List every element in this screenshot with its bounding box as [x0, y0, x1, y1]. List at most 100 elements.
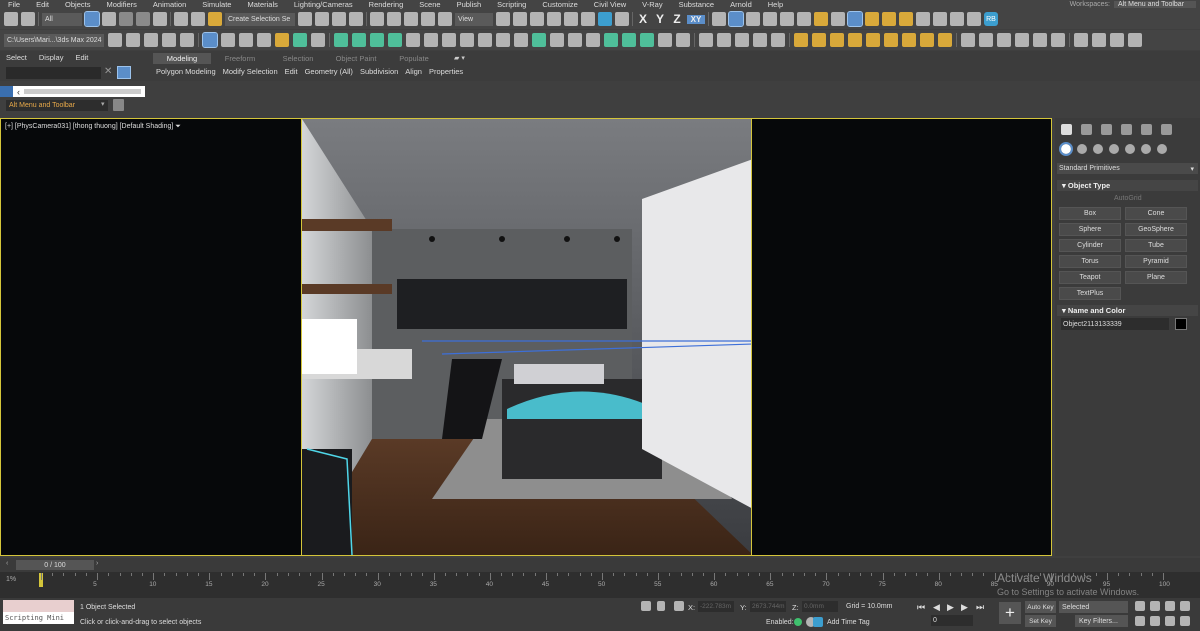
create-folder-icon[interactable]: [144, 33, 158, 47]
pyramid-button[interactable]: Pyramid: [1125, 255, 1187, 268]
explorer-scrollbar[interactable]: [24, 89, 141, 94]
cone-button[interactable]: Cone: [1125, 207, 1187, 220]
create-selection-set-dropdown[interactable]: Create Selection Se: [225, 12, 295, 26]
lock-icon[interactable]: [657, 601, 665, 611]
filter-icon[interactable]: [117, 66, 131, 79]
ribbon-group-properties[interactable]: Properties: [429, 67, 463, 76]
menu-customize[interactable]: Customize: [534, 0, 585, 9]
pivot-center-icon[interactable]: [496, 12, 510, 26]
tab-selection[interactable]: Selection: [269, 53, 327, 64]
substance-icon[interactable]: [598, 12, 612, 26]
orbit-30-icon[interactable]: [221, 33, 235, 47]
arnold-spot-light-icon[interactable]: [848, 33, 862, 47]
help-icon[interactable]: [311, 33, 325, 47]
object-color-swatch[interactable]: [1175, 318, 1187, 330]
add-time-tag-button[interactable]: Add Time Tag: [827, 619, 870, 626]
normal-align-icon[interactable]: [831, 12, 845, 26]
ribbon-group-polygon-modeling[interactable]: Polygon Modeling: [156, 67, 216, 76]
space-warps-icon[interactable]: [1141, 144, 1151, 154]
vray-sphere-light-icon[interactable]: [424, 33, 438, 47]
time-tag-icon[interactable]: [813, 617, 823, 627]
set-project-folder-icon[interactable]: [108, 33, 122, 47]
select-move-icon[interactable]: [153, 12, 167, 26]
x-coord-field[interactable]: -222.783m: [698, 601, 734, 612]
orbit-view-icon[interactable]: [1165, 601, 1175, 611]
mirror-icon[interactable]: [780, 12, 794, 26]
menu-civil-view[interactable]: Civil View: [586, 0, 634, 9]
axis-y-button[interactable]: Y: [653, 12, 667, 26]
plane-button[interactable]: Plane: [1125, 271, 1187, 284]
vray-volume-icon[interactable]: [586, 33, 600, 47]
go-to-start-icon[interactable]: ⏮: [917, 602, 925, 613]
lights-icon[interactable]: [1093, 144, 1103, 154]
arnold-volume-icon[interactable]: [979, 33, 993, 47]
vray-blend-icon[interactable]: [640, 33, 654, 47]
explorer-toggle-icon[interactable]: [0, 86, 13, 97]
vray-mesh-light-icon[interactable]: [442, 33, 456, 47]
menu-substance[interactable]: Substance: [671, 0, 722, 9]
percent-snap-icon[interactable]: [746, 12, 760, 26]
toolbar-overflow-icon[interactable]: [1128, 33, 1142, 47]
hierarchy-icon[interactable]: [275, 33, 289, 47]
arnold-skydome-icon[interactable]: [812, 33, 826, 47]
key-filters-button[interactable]: Key Filters...: [1075, 615, 1128, 627]
angle-snap-icon[interactable]: [728, 11, 744, 27]
teapot-button[interactable]: Teapot: [1059, 271, 1121, 284]
current-frame-field[interactable]: 0: [931, 615, 973, 626]
align-to-view-icon[interactable]: [882, 12, 896, 26]
textplus-button[interactable]: TextPlus: [1059, 287, 1121, 300]
render-interactive-icon[interactable]: [717, 33, 731, 47]
torus-button[interactable]: Torus: [1059, 255, 1121, 268]
vray-mtl-wrapper-icon[interactable]: [622, 33, 636, 47]
vray-ies-icon[interactable]: [370, 33, 384, 47]
vray-material-icon[interactable]: [604, 33, 618, 47]
move-icon[interactable]: [370, 12, 384, 26]
roll-camera-icon[interactable]: [1180, 616, 1190, 626]
play-icon[interactable]: ▶: [947, 602, 954, 613]
axis-x-button[interactable]: X: [636, 12, 650, 26]
folder-icon[interactable]: [126, 33, 140, 47]
link-icon[interactable]: [174, 12, 188, 26]
enabled-toggle[interactable]: [794, 618, 802, 626]
arnold-fur-icon[interactable]: [1033, 33, 1047, 47]
tube-button[interactable]: Tube: [1125, 239, 1187, 252]
render-region-icon[interactable]: [735, 33, 749, 47]
quick-align-icon[interactable]: [814, 12, 828, 26]
ribbon-options-icon[interactable]: ▰ ▾: [454, 54, 465, 62]
layer-explorer-icon[interactable]: [315, 12, 329, 26]
vray-vfb-icon[interactable]: [676, 33, 690, 47]
reference-coordinate-dropdown[interactable]: View: [455, 12, 493, 26]
archive-folder-icon[interactable]: [180, 33, 194, 47]
axis-z-button[interactable]: Z: [670, 12, 684, 26]
scene-explorer-icon[interactable]: [298, 12, 312, 26]
vray-physical-camera-icon[interactable]: [460, 33, 474, 47]
arnold-cylinder-light-icon[interactable]: [902, 33, 916, 47]
shapes-icon[interactable]: [1077, 144, 1087, 154]
menu-scene[interactable]: Scene: [411, 0, 448, 9]
motion-tab-icon[interactable]: [1121, 124, 1132, 135]
arnold-photometric-icon[interactable]: [938, 33, 952, 47]
helpers-icon[interactable]: [1125, 144, 1135, 154]
arnold-quad-light-icon[interactable]: [830, 33, 844, 47]
z-coord-field[interactable]: 0.0mm: [802, 601, 838, 612]
hierarchy-tab-icon[interactable]: [1101, 124, 1112, 135]
track-bar-zoom[interactable]: 1%: [6, 576, 16, 583]
menu-publish[interactable]: Publish: [449, 0, 490, 9]
menu-rendering[interactable]: Rendering: [361, 0, 412, 9]
add-key-icon[interactable]: +: [999, 602, 1021, 624]
viewport-filter-icon[interactable]: ⏷: [175, 123, 181, 130]
arnold-sphere-icon[interactable]: [961, 33, 975, 47]
tab-modeling[interactable]: Modeling: [153, 53, 211, 64]
vray-plane-icon[interactable]: [514, 33, 528, 47]
primitive-category-dropdown[interactable]: Standard Primitives ▾: [1057, 163, 1198, 174]
ribbon-group-subdivision[interactable]: Subdivision: [360, 67, 398, 76]
menu-lighting-cameras[interactable]: Lighting/Cameras: [286, 0, 361, 9]
align-icon[interactable]: [797, 12, 811, 26]
menu-modifiers[interactable]: Modifiers: [98, 0, 144, 9]
rectangular-selection-icon[interactable]: [119, 12, 133, 26]
camera-viewport[interactable]: [+] [PhysCamera031] [thong thuong] [Defa…: [0, 118, 1052, 556]
time-slider[interactable]: 0 / 100: [16, 560, 94, 570]
arnold-disk-light-icon[interactable]: [884, 33, 898, 47]
vray-sun-icon[interactable]: [352, 33, 366, 47]
curve-editor-icon[interactable]: [349, 12, 363, 26]
